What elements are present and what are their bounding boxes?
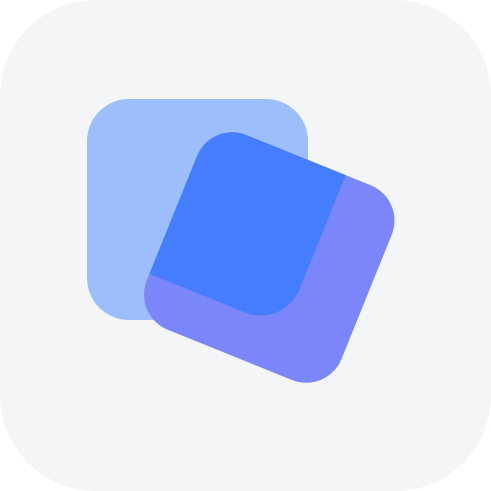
app-icon-graphic xyxy=(0,0,491,491)
app-icon xyxy=(0,0,491,491)
